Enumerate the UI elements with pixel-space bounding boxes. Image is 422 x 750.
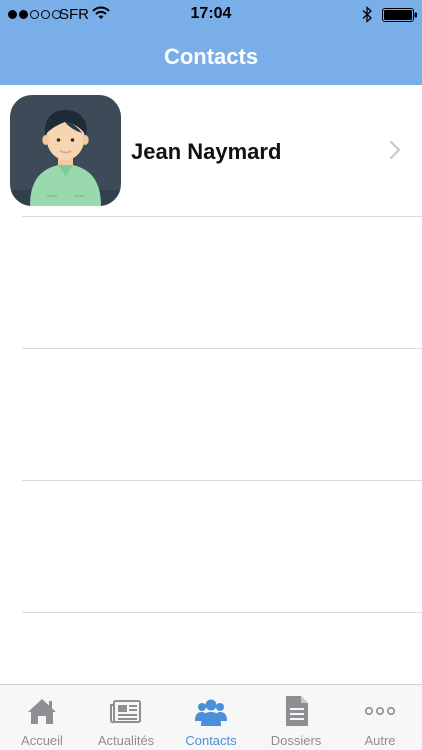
tab-contacts[interactable]: Contacts bbox=[168, 685, 254, 750]
tab-autre[interactable]: Autre bbox=[338, 685, 422, 750]
contact-row[interactable]: Jean Naymard bbox=[0, 85, 422, 217]
empty-row bbox=[0, 349, 422, 481]
bluetooth-icon bbox=[362, 6, 372, 23]
status-bar: SFR 17:04 bbox=[0, 0, 422, 30]
tab-label: Autre bbox=[364, 733, 396, 748]
tab-label: Actualités bbox=[97, 733, 155, 748]
chevron-right-icon bbox=[390, 141, 400, 159]
more-icon bbox=[364, 707, 395, 716]
tab-actualites[interactable]: Actualités bbox=[84, 685, 168, 750]
page-title: Contacts bbox=[163, 44, 259, 69]
people-icon bbox=[195, 699, 227, 726]
battery-icon bbox=[382, 8, 417, 22]
empty-row bbox=[0, 217, 422, 349]
tab-label: Contacts bbox=[185, 733, 237, 748]
tab-label: Dossiers bbox=[270, 733, 322, 748]
tab-dossiers[interactable]: Dossiers bbox=[254, 685, 338, 750]
document-icon bbox=[286, 696, 308, 726]
contact-name: Jean Naymard bbox=[131, 139, 282, 164]
tab-label: Accueil bbox=[21, 733, 63, 748]
empty-row bbox=[0, 481, 422, 613]
status-time: 17:04 bbox=[190, 5, 232, 22]
person-avatar-icon bbox=[10, 95, 121, 206]
tab-bar: Accueil Actualités Contacts Dossiers Aut… bbox=[0, 684, 422, 750]
app-header: SFR 17:04 Contacts bbox=[0, 0, 422, 85]
home-icon bbox=[28, 699, 56, 724]
row-divider bbox=[22, 612, 422, 613]
tab-accueil[interactable]: Accueil bbox=[0, 685, 84, 750]
newspaper-icon bbox=[110, 700, 141, 724]
